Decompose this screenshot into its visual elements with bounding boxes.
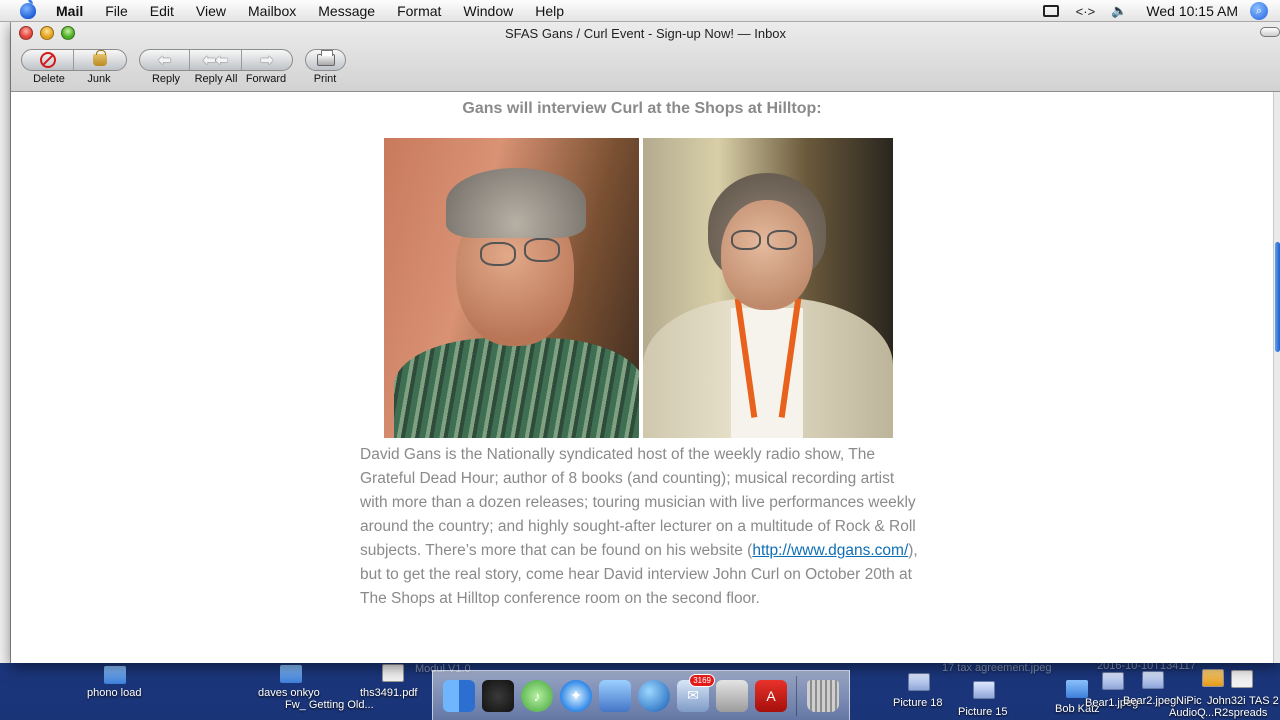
reply-arrow-icon: ⬅ xyxy=(158,52,171,69)
desktop-item-audioq[interactable]: AudioQ xyxy=(1169,707,1206,719)
finder-icon[interactable] xyxy=(443,679,475,712)
forward-label: Forward xyxy=(245,73,287,85)
spotlight-icon[interactable]: ⌕ xyxy=(1250,2,1268,20)
message-heading: Gans will interview Curl at the Shops at… xyxy=(462,100,822,117)
window-toolbar: SFAS Gans / Curl Event - Sign-up Now! — … xyxy=(11,22,1280,92)
menu-bar: Mail File Edit View Mailbox Message Form… xyxy=(0,0,1280,22)
desktop-item-ths3491[interactable]: ths3491.pdf xyxy=(360,687,418,699)
acrobat-icon[interactable]: A xyxy=(755,679,787,712)
delete-icon xyxy=(39,52,56,68)
apple-menu-icon[interactable] xyxy=(20,0,36,19)
dock-separator xyxy=(796,675,797,716)
menu-clock[interactable]: Wed 10:15 AM xyxy=(1146,3,1238,19)
display-icon[interactable] xyxy=(1042,4,1060,18)
desktop-item-r2spreads[interactable]: ...R2spreads xyxy=(1205,707,1267,719)
sync-arrows-icon[interactable]: <·> xyxy=(1076,4,1096,19)
junk-button[interactable] xyxy=(74,50,126,70)
menu-view[interactable]: View xyxy=(185,3,237,19)
pdf-file-icon[interactable] xyxy=(382,664,404,682)
photo-david-gans xyxy=(384,138,639,438)
dashboard-icon[interactable] xyxy=(482,679,514,712)
image-file-icon[interactable] xyxy=(1102,672,1124,690)
image-file-icon[interactable] xyxy=(1142,671,1164,689)
mail-unread-badge: 3169 xyxy=(689,673,715,687)
photo-john-curl xyxy=(643,138,893,438)
print-button[interactable] xyxy=(306,50,345,70)
menu-edit[interactable]: Edit xyxy=(139,3,185,19)
folder-icon[interactable] xyxy=(104,666,126,684)
print-group xyxy=(305,49,346,71)
desktop-item-nipic[interactable]: NiPic xyxy=(1176,695,1202,707)
toolbar-toggle-button[interactable] xyxy=(1260,27,1280,37)
junk-icon xyxy=(93,50,107,66)
delete-junk-group xyxy=(21,49,127,71)
desktop-item-tas2[interactable]: TAS 2 xyxy=(1249,695,1279,707)
menu-message[interactable]: Message xyxy=(307,3,386,19)
pdf-file-icon[interactable] xyxy=(1231,670,1253,688)
scrollbar-thumb[interactable] xyxy=(1275,242,1280,352)
printer-icon xyxy=(316,50,335,66)
safari-icon[interactable]: ✦ xyxy=(560,679,592,712)
reply-group: ⬅ ⬅⬅ ➡ xyxy=(139,49,293,71)
menu-window[interactable]: Window xyxy=(452,3,524,19)
menu-format[interactable]: Format xyxy=(386,3,452,19)
forward-arrow-icon: ➡ xyxy=(260,52,274,69)
trash-icon[interactable] xyxy=(807,679,839,712)
dock: ♪ ✦ ✉ 3169 A xyxy=(432,670,850,720)
desktop-item-daves-onkyo[interactable]: daves onkyo xyxy=(258,687,320,699)
itunes-icon[interactable]: ♪ xyxy=(521,679,553,712)
reply-all-arrow-icon: ⬅⬅ xyxy=(202,52,229,69)
mail-icon[interactable]: ✉ 3169 xyxy=(677,673,715,712)
menu-help[interactable]: Help xyxy=(524,3,575,19)
forward-button[interactable]: ➡ xyxy=(242,50,292,70)
menu-app-mail[interactable]: Mail xyxy=(52,3,94,19)
reply-all-button[interactable]: ⬅⬅ xyxy=(190,50,242,70)
mail-message-window: SFAS Gans / Curl Event - Sign-up Now! — … xyxy=(11,22,1280,663)
desktop-item-picture-18[interactable]: Picture 18 xyxy=(893,697,943,709)
desktop-item-fw-getting-old[interactable]: Fw_ Getting Old... xyxy=(285,699,374,711)
desktop-item-john32i[interactable]: John32i xyxy=(1207,695,1246,707)
message-paragraph: David Gans is the Nationally syndicated … xyxy=(360,443,920,611)
volume-icon[interactable]: 🔈 xyxy=(1110,3,1128,18)
menu-file[interactable]: File xyxy=(94,3,139,19)
vertical-scrollbar[interactable] xyxy=(1273,92,1280,663)
background-window-edge[interactable] xyxy=(0,22,11,663)
imac-icon[interactable] xyxy=(716,679,748,712)
menu-extras: <·> 🔈 Wed 10:15 AM ⌕ xyxy=(1034,0,1280,22)
file-icon[interactable] xyxy=(1202,669,1224,687)
desktop-item-phono-load[interactable]: phono load xyxy=(87,687,141,699)
delete-button[interactable] xyxy=(22,50,75,70)
desktop-item-tax-agreement[interactable]: 17 tax agreement.jpeg xyxy=(942,662,1051,674)
print-label: Print xyxy=(313,73,337,85)
website-link[interactable]: http://www.dgans.com/ xyxy=(752,542,908,559)
globe-icon[interactable] xyxy=(638,679,670,712)
iphoto-icon[interactable] xyxy=(599,679,631,712)
image-file-icon[interactable] xyxy=(908,673,930,691)
folder-icon[interactable] xyxy=(1066,680,1088,698)
desktop-item-bear2[interactable]: Bear2.jpeg xyxy=(1123,695,1176,707)
reply-button[interactable]: ⬅ xyxy=(140,50,191,70)
window-title: SFAS Gans / Curl Event - Sign-up Now! — … xyxy=(504,26,787,41)
folder-icon[interactable] xyxy=(280,665,302,683)
desktop-item-picture-15[interactable]: Picture 15 xyxy=(958,706,1008,718)
menu-mailbox[interactable]: Mailbox xyxy=(237,3,307,19)
image-file-icon[interactable] xyxy=(973,681,995,699)
message-body[interactable]: Gans will interview Curl at the Shops at… xyxy=(11,92,1273,663)
junk-label: Junk xyxy=(87,73,111,85)
